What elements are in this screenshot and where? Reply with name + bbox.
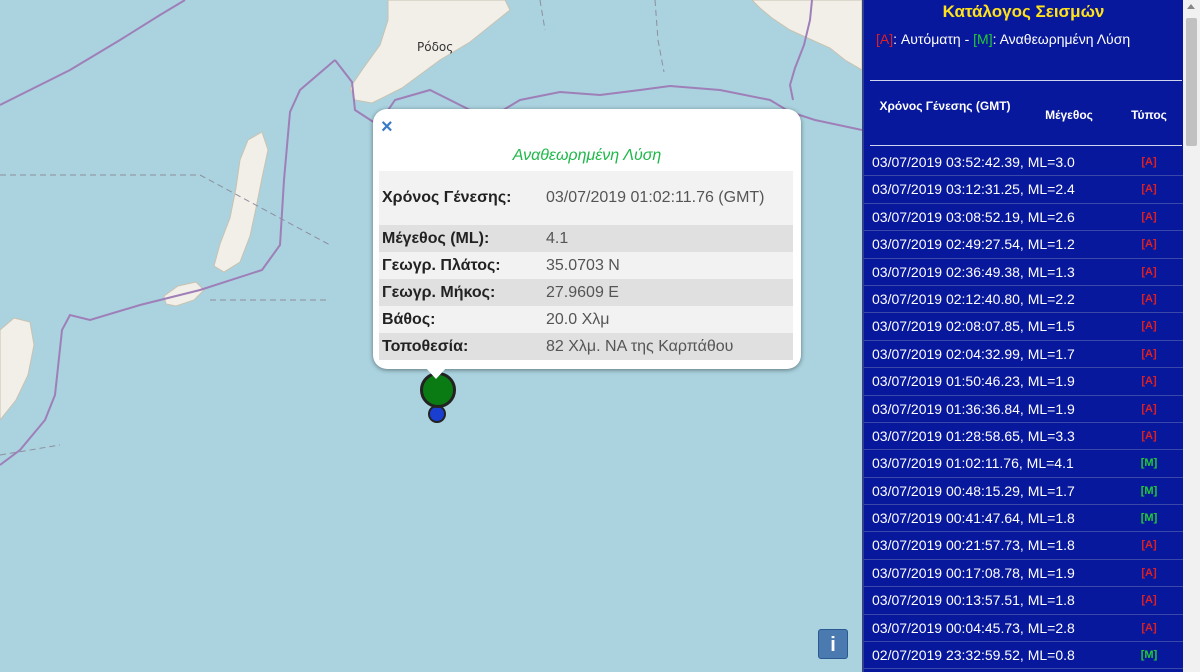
event-type-badge: [M]: [1140, 649, 1158, 662]
event-row[interactable]: 03/07/2019 01:36:36.84, ML=1.9 [A]: [864, 396, 1183, 423]
event-row[interactable]: 03/07/2019 03:12:31.25, ML=2.4 [A]: [864, 176, 1183, 204]
event-time-magnitude: 03/07/2019 02:49:27.54, ML=1.2: [872, 236, 1075, 253]
event-row[interactable]: 03/07/2019 02:08:07.85, ML=1.5 [A]: [864, 313, 1183, 341]
event-row[interactable]: 03/07/2019 00:17:08.78, ML=1.9 [A]: [864, 560, 1183, 588]
detail-row-magnitude: Μέγεθος (ML): 4.1: [379, 225, 793, 252]
detail-label: Χρόνος Γένεσης:: [379, 171, 543, 225]
event-row[interactable]: 03/07/2019 02:36:49.38, ML=1.3 [A]: [864, 259, 1183, 286]
event-row[interactable]: 03/07/2019 00:21:57.73, ML=1.8 [A]: [864, 532, 1183, 560]
event-type-badge: [M]: [1140, 484, 1158, 497]
detail-row-depth: Βάθος: 20.0 Χλμ: [379, 306, 793, 333]
panel-title: Κατάλογος Σεισμών: [942, 2, 1105, 21]
event-details-table: Χρόνος Γένεσης: 03/07/2019 01:02:11.76 (…: [379, 171, 793, 360]
event-row[interactable]: 03/07/2019 00:13:57.51, ML=1.8 [A]: [864, 587, 1183, 615]
legend-manual-text: : Αναθεωρημένη Λύση: [992, 31, 1131, 47]
legend-manual-tag: [M]: [973, 31, 993, 47]
detail-row-origin-time: Χρόνος Γένεσης: 03/07/2019 01:02:11.76 (…: [379, 171, 793, 225]
detail-label: Τοποθεσία:: [379, 333, 543, 360]
popup-tip: [425, 367, 447, 379]
detail-label: Γεωγρ. Πλάτος:: [379, 252, 543, 279]
event-type-badge: [A]: [1141, 402, 1157, 415]
event-row[interactable]: 03/07/2019 02:12:40.80, ML=2.2 [A]: [864, 286, 1183, 314]
detail-value: 4.1: [543, 225, 793, 252]
event-type-badge: [A]: [1141, 375, 1157, 388]
event-type-badge: [A]: [1141, 566, 1157, 579]
column-header-time: Χρόνος Γένεσης (GMT): [879, 99, 1011, 113]
event-type-badge: [A]: [1141, 594, 1157, 607]
detail-row-latitude: Γεωγρ. Πλάτος: 35.0703 N: [379, 252, 793, 279]
info-button[interactable]: i: [818, 629, 848, 659]
column-header-type: Τύπος: [1131, 108, 1167, 122]
detail-label: Μέγεθος (ML):: [379, 225, 543, 252]
event-type-badge: [A]: [1141, 347, 1157, 360]
earthquake-list-panel: Κατάλογος Σεισμών [A]: Αυτόματη - [M]: Α…: [862, 0, 1183, 672]
event-time-magnitude: 03/07/2019 03:52:42.39, ML=3.0: [872, 154, 1075, 170]
event-type-badge: [A]: [1141, 210, 1157, 223]
event-row[interactable]: 03/07/2019 03:08:52.19, ML=2.6 [A]: [864, 204, 1183, 232]
event-time-magnitude: 03/07/2019 00:21:57.73, ML=1.8: [872, 537, 1075, 554]
event-time-magnitude: 03/07/2019 02:08:07.85, ML=1.5: [872, 318, 1075, 335]
event-type-badge: [A]: [1141, 238, 1157, 251]
event-popup: × Αναθεωρημένη Λύση Χρόνος Γένεσης: 03/0…: [373, 109, 801, 369]
scroll-up-arrow-icon[interactable]: [1187, 4, 1195, 9]
event-time-magnitude: 02/07/2019 23:32:59.52, ML=0.8: [872, 647, 1075, 664]
detail-value: 82 Χλμ. ΝΑ της Καρπάθου: [543, 333, 793, 360]
detail-row-location: Τοποθεσία: 82 Χλμ. ΝΑ της Καρπάθου: [379, 333, 793, 360]
panel-scrollbar[interactable]: [1183, 0, 1200, 672]
detail-row-longitude: Γεωγρ. Μήκος: 27.9609 E: [379, 279, 793, 306]
detail-value: 03/07/2019 01:02:11.76 (GMT): [543, 171, 793, 225]
legend-auto-tag: [A]: [876, 31, 894, 47]
event-type-badge: [A]: [1141, 156, 1157, 168]
event-time-magnitude: 03/07/2019 03:08:52.19, ML=2.6: [872, 208, 1075, 225]
event-list: 03/07/2019 03:52:42.39, ML=3.0 [A] 03/07/2…: [864, 149, 1183, 670]
event-time-magnitude: 03/07/2019 02:36:49.38, ML=1.3: [872, 263, 1075, 280]
detail-label: Γεωγρ. Μήκος:: [379, 279, 543, 306]
divider: [870, 80, 1182, 81]
event-time-magnitude: 03/07/2019 02:12:40.80, ML=2.2: [872, 290, 1075, 307]
event-row[interactable]: 02/07/2019 23:32:59.52, ML=0.8 [M]: [864, 642, 1183, 670]
event-type-badge: [M]: [1140, 457, 1158, 470]
event-type-badge: [A]: [1141, 292, 1157, 305]
event-time-magnitude: 03/07/2019 00:17:08.78, ML=1.9: [872, 564, 1075, 581]
type-legend: [A]: Αυτόματη - [M]: Αναθεωρημένη Λύση: [876, 31, 1130, 47]
event-type-badge: [A]: [1141, 320, 1157, 333]
detail-value: 35.0703 N: [543, 252, 793, 279]
event-time-magnitude: 03/07/2019 00:41:47.64, ML=1.8: [872, 510, 1075, 527]
event-time-magnitude: 03/07/2019 00:04:45.73, ML=2.8: [872, 619, 1075, 636]
city-label-rhodes: Ρόδος: [417, 40, 454, 54]
close-icon[interactable]: ×: [381, 117, 393, 137]
event-time-magnitude: 03/07/2019 02:04:32.99, ML=1.7: [872, 345, 1075, 362]
event-row[interactable]: 03/07/2019 01:28:58.65, ML=3.3 [A]: [864, 423, 1183, 451]
event-time-magnitude: 03/07/2019 01:36:36.84, ML=1.9: [872, 400, 1075, 417]
event-row[interactable]: 03/07/2019 00:48:15.29, ML=1.7 [M]: [864, 478, 1183, 506]
event-time-magnitude: 03/07/2019 00:48:15.29, ML=1.7: [872, 482, 1075, 499]
legend-auto-text: : Αυτόματη -: [893, 31, 974, 47]
map-view[interactable]: Ρόδος × Αναθεωρημένη Λύση Χρόνος Γένεσης…: [0, 0, 862, 672]
event-row[interactable]: 03/07/2019 02:49:27.54, ML=1.2 [A]: [864, 231, 1183, 259]
detail-label: Βάθος:: [379, 306, 543, 333]
detail-value: 27.9609 E: [543, 279, 793, 306]
event-type-badge: [A]: [1141, 429, 1157, 442]
event-type-badge: [A]: [1141, 183, 1157, 196]
event-time-magnitude: 03/07/2019 00:13:57.51, ML=1.8: [872, 592, 1075, 609]
event-row[interactable]: 03/07/2019 00:04:45.73, ML=2.8 [A]: [864, 615, 1183, 643]
event-type-badge: [A]: [1141, 265, 1157, 278]
event-row[interactable]: 03/07/2019 03:52:42.39, ML=3.0 [A]: [864, 149, 1183, 177]
detail-value: 20.0 Χλμ: [543, 306, 793, 333]
event-time-magnitude: 03/07/2019 03:12:31.25, ML=2.4: [872, 181, 1075, 198]
event-row[interactable]: 03/07/2019 01:02:11.76, ML=4.1 [M]: [864, 450, 1183, 478]
column-header-magnitude: Μέγεθος: [1045, 108, 1093, 122]
event-type-badge: [M]: [1140, 512, 1158, 525]
scroll-thumb[interactable]: [1186, 18, 1197, 146]
divider: [870, 145, 1182, 146]
event-time-magnitude: 03/07/2019 01:02:11.76, ML=4.1: [872, 455, 1074, 472]
event-row[interactable]: 03/07/2019 00:41:47.64, ML=1.8 [M]: [864, 505, 1183, 533]
event-row[interactable]: 03/07/2019 02:04:32.99, ML=1.7 [A]: [864, 341, 1183, 369]
event-time-magnitude: 03/07/2019 01:28:58.65, ML=3.3: [872, 427, 1075, 444]
event-time-magnitude: 03/07/2019 01:50:46.23, ML=1.9: [872, 373, 1075, 390]
event-type-badge: [A]: [1141, 539, 1157, 552]
event-row[interactable]: 03/07/2019 01:50:46.23, ML=1.9 [A]: [864, 368, 1183, 396]
event-type-badge: [A]: [1141, 621, 1157, 634]
popup-heading: Αναθεωρημένη Λύση: [512, 147, 662, 164]
